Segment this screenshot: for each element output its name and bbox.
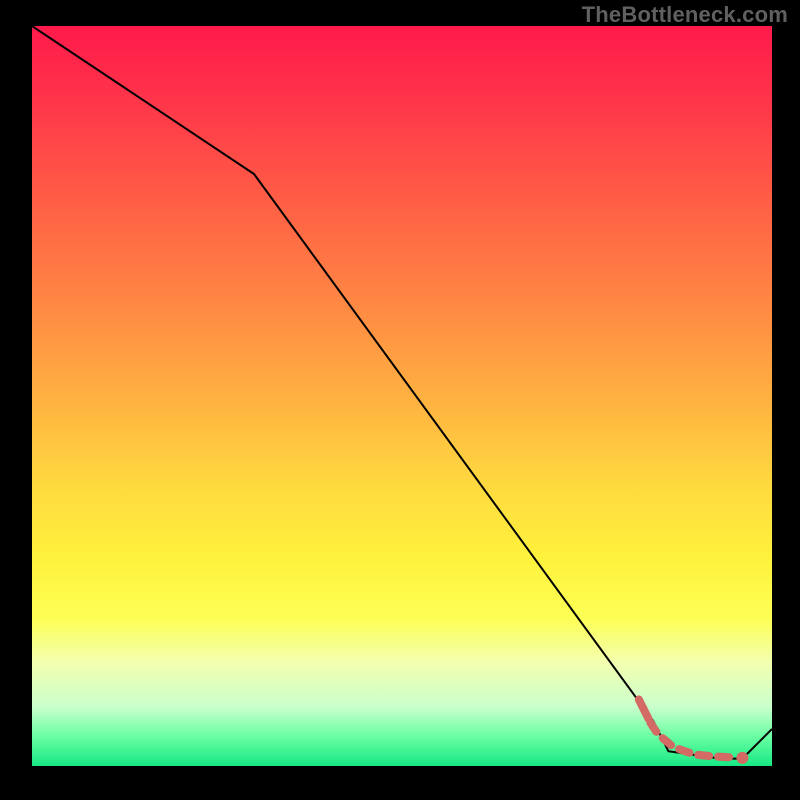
watermark-text: TheBottleneck.com — [582, 2, 788, 28]
primary-curve — [32, 26, 772, 759]
highlight-dot — [736, 752, 748, 764]
chart-overlay — [32, 26, 772, 766]
chart-frame: TheBottleneck.com — [0, 0, 800, 800]
highlight-segment — [639, 699, 729, 757]
